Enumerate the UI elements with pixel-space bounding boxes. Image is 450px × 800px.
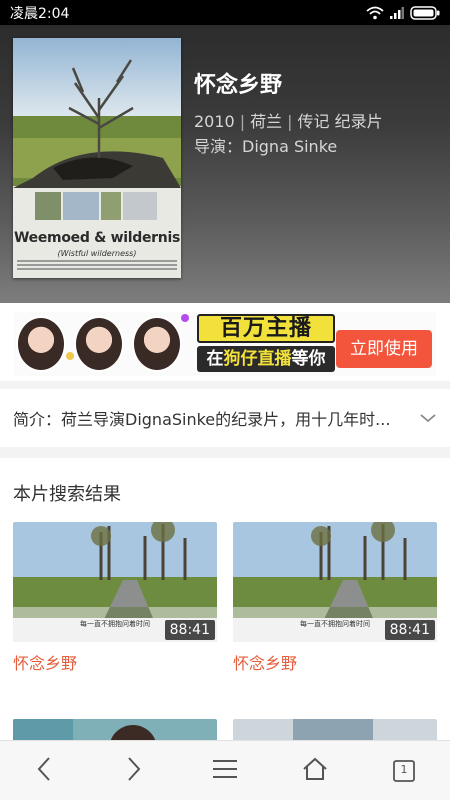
synopsis-row[interactable]: 简介：荷兰导演DignaSinke的纪录片，用十几年时... [0,389,450,447]
video-thumbnail[interactable]: 每一直不拥抱问着时间 88:41 [233,522,437,642]
home-button[interactable] [293,751,337,791]
back-button[interactable] [22,751,66,791]
video-thumbnail-partial[interactable] [13,719,217,740]
tabs-icon: 1 [392,759,416,783]
battery-icon [410,5,440,20]
streamer-avatar [16,316,66,372]
tab-count: 1 [400,763,408,776]
poster-subtitle: (Wistful wilderness) [57,249,137,258]
movie-director: 导演：Digna Sinke [194,137,338,156]
ad-sub-suffix: 等你 [291,349,326,369]
video-thumbnail[interactable]: 每一直不拥抱问着时间 88:41 [13,522,217,642]
wifi-icon [366,6,384,20]
section-title: 本片搜索结果 [13,484,121,505]
result-title[interactable]: 怀念乡野 [13,650,217,674]
poster-title: Weemoed & wildernis [14,230,180,246]
ad-sub-prefix: 在 [206,349,224,369]
back-icon [36,756,52,786]
ad-subline: 在狗仔直播等你 [197,346,335,372]
ad-sub-highlight: 狗仔直播 [223,349,292,369]
poster-image [13,38,181,228]
status-bar: 凌晨2:04 [0,0,450,25]
poster-credits [17,260,177,276]
decoration-dot [66,352,74,360]
ad-banner-content[interactable]: 百万主播 在狗仔直播等你 立即使用 [14,312,436,376]
menu-button[interactable] [203,751,247,791]
menu-icon [212,759,238,783]
video-thumbnail-partial[interactable] [233,719,437,740]
bottom-navigation: 1 [0,740,450,800]
movie-country: 荷兰 [250,112,283,131]
streamer-avatar [74,316,124,372]
chevron-down-icon[interactable] [419,409,437,428]
decoration-dot [181,314,189,322]
forward-button[interactable] [112,751,156,791]
ad-headline: 百万主播 [197,314,335,343]
result-card[interactable]: 每一直不拥抱问着时间 88:41 怀念乡野 [233,522,437,674]
home-icon [302,757,328,785]
status-time: 凌晨2:04 [10,5,70,22]
status-icons [366,5,440,20]
movie-title: 怀念乡野 [194,73,283,98]
movie-year: 2010 [194,112,235,131]
streamer-avatar [132,316,182,372]
search-results-section: 本片搜索结果 每一直不拥抱问着时间 88:41 怀念乡野 每一直不拥抱问着时间 … [0,458,450,740]
synopsis-text: 简介：荷兰导演DignaSinke的纪录片，用十几年时... [13,410,391,429]
ad-banner[interactable]: 百万主播 在狗仔直播等你 立即使用 [0,303,450,381]
movie-genres: 传记 纪录片 [297,112,383,131]
duration-badge: 88:41 [164,620,215,640]
result-title[interactable]: 怀念乡野 [233,650,437,674]
forward-icon [126,756,142,786]
ad-cta-button[interactable]: 立即使用 [336,330,432,368]
movie-header: Weemoed & wildernis (Wistful wilderness)… [0,25,450,303]
result-card[interactable]: 每一直不拥抱问着时间 88:41 怀念乡野 [13,522,217,674]
tabs-button[interactable]: 1 [382,751,426,791]
duration-badge: 88:41 [384,620,435,640]
movie-poster[interactable]: Weemoed & wildernis (Wistful wilderness) [13,38,181,278]
signal-icon [390,6,404,19]
movie-meta: 2010 | 荷兰 | 传记 纪录片 [194,112,383,131]
